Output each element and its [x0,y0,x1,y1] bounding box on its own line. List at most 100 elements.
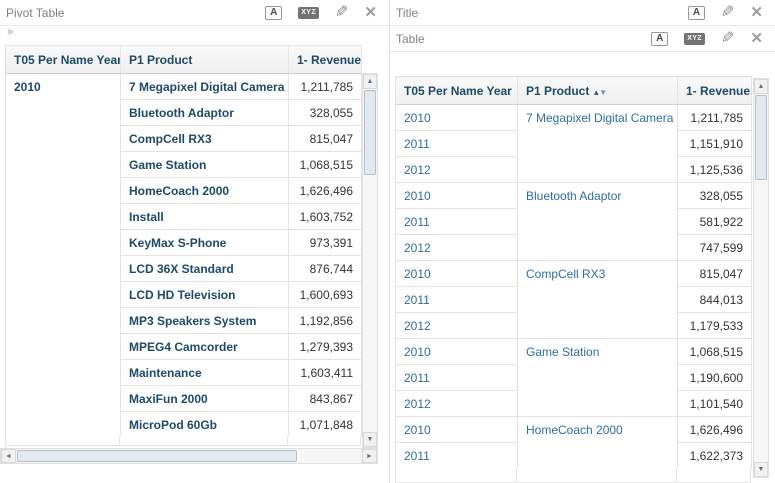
pivot-product-cell[interactable]: Bluetooth Adaptor [120,99,289,126]
pivot-vertical-scrollbar[interactable]: ▲ ▼ [362,73,378,448]
pivot-revenue-cell: 1,279,393 [288,333,362,360]
scroll-track[interactable] [363,176,377,432]
scroll-down-button[interactable]: ▼ [754,462,768,477]
scroll-down-button[interactable]: ▼ [363,432,377,447]
pivot-revenue-cell: 1,603,752 [288,203,362,230]
edit-pencil-icon[interactable]: ✎ [721,30,734,47]
table-year-cell[interactable]: 2012 [395,390,518,417]
results-table: T05 Per Name Year P1 Product ▲▼ 1- Revenu… [395,76,752,469]
table-col-year-header[interactable]: T05 Per Name Year [395,76,518,105]
pivot-product-cell[interactable]: Game Station [120,151,289,178]
table-revenue-cell: 1,068,515 [677,338,752,365]
table-year-cell[interactable]: 2012 [395,156,518,183]
pivot-header-row: T05 Per Name Year P1 Product 1- Revenue [5,45,362,74]
close-icon[interactable]: ✕ [750,5,763,20]
pivot-year-cell[interactable]: 2010 [5,73,121,438]
table-panel-title: Table [396,31,425,46]
table-product-cell[interactable]: HomeCoach 2000 [517,416,678,469]
close-icon[interactable]: ✕ [364,5,377,20]
edit-pencil-icon[interactable]: ✎ [335,4,348,21]
pivot-col-product-header[interactable]: P1 Product [120,45,289,74]
table-revenue-cell: 1,125,536 [677,156,752,183]
pivot-revenue-cell: 1,071,848 [288,411,362,438]
pivot-product-cell[interactable]: MaxiFun 2000 [120,385,289,412]
table-col-product-header[interactable]: P1 Product ▲▼ [517,76,678,105]
table-revenue-cell: 581,922 [677,208,752,235]
table-row: 2010 HomeCoach 2000 1,626,496 [395,416,752,469]
pivot-col-revenue-header[interactable]: 1- Revenue [288,45,362,74]
table-year-cell[interactable]: 2010 [395,416,518,443]
pivot-product-cell[interactable]: 7 Megapixel Digital Camera [120,73,289,100]
table-col-revenue-header[interactable]: 1- Revenue [677,76,752,105]
table-year-cell[interactable]: 2011 [395,286,518,313]
table-product-cell[interactable]: Game Station [517,338,678,417]
table-year-cell[interactable]: 2011 [395,442,518,469]
sort-icons: ▲▼ [592,88,607,97]
pivot-product-cell[interactable]: CompCell RX3 [120,125,289,152]
table-year-cell[interactable]: 2010 [395,338,518,365]
section-expander-icon[interactable]: » [0,26,389,43]
clipped-cell [396,468,517,482]
table-vertical-scrollbar[interactable]: ▲ ▼ [753,78,769,478]
table-revenue-cell: 1,151,910 [677,130,752,157]
pivot-product-cell[interactable]: MicroPod 60Gb [120,411,289,438]
table-year-cell[interactable]: 2011 [395,208,518,235]
pivot-col-year-header[interactable]: T05 Per Name Year [5,45,121,74]
format-icon[interactable]: A [688,5,706,20]
table-row: 2010 7 Megapixel Digital Camera 1,211,785 [395,104,752,183]
table-year-cell[interactable]: 2012 [395,234,518,261]
rename-icon[interactable]: XYZ [684,32,706,45]
scroll-thumb[interactable] [755,95,767,180]
pivot-revenue-cell: 328,055 [288,99,362,126]
table-revenue-cell: 1,626,496 [677,416,752,443]
pivot-revenue-cell: 1,211,785 [288,73,362,100]
pivot-product-cell[interactable]: Install [120,203,289,230]
edit-pencil-icon[interactable]: ✎ [721,4,734,21]
pivot-product-cell[interactable]: HomeCoach 2000 [120,177,289,204]
scroll-track[interactable] [754,181,768,462]
table-year-cell[interactable]: 2010 [395,182,518,209]
pivot-panel-header: Pivot Table A XYZ ✎ ✕ [0,0,389,26]
pivot-product-cell[interactable]: Maintenance [120,359,289,386]
pivot-revenue-cell: 1,068,515 [288,151,362,178]
pivot-product-cell[interactable]: MP3 Speakers System [120,307,289,334]
table-panel-header: Table A XYZ ✎ ✕ [390,26,775,52]
pivot-toolbar: A XYZ ✎ ✕ [265,4,377,21]
pivot-product-cell[interactable]: KeyMax S-Phone [120,229,289,256]
scroll-up-button[interactable]: ▲ [363,74,377,89]
table-year-cell[interactable]: 2010 [395,260,518,287]
format-icon[interactable]: A [265,5,283,20]
pivot-revenue-cell: 876,744 [288,255,362,282]
pivot-product-cell[interactable]: LCD 36X Standard [120,255,289,282]
table-revenue-cell: 1,101,540 [677,390,752,417]
scroll-right-button[interactable]: ► [362,449,377,463]
rename-icon[interactable]: XYZ [298,6,320,19]
pivot-table-row: 2010 7 Megapixel Digital Camera 1,211,785 [5,73,362,438]
format-icon[interactable]: A [651,31,669,46]
table-year-cell[interactable]: 2012 [395,312,518,339]
table-year-cell[interactable]: 2011 [395,364,518,391]
table-col-product-label[interactable]: P1 Product [526,84,589,98]
scroll-up-button[interactable]: ▲ [754,79,768,94]
table-revenue-cell: 815,047 [677,260,752,287]
clipped-row [5,437,361,446]
table-product-cell[interactable]: 7 Megapixel Digital Camera [517,104,678,183]
title-panel-header: Title A ✎ ✕ [390,0,775,26]
scroll-thumb[interactable] [17,450,297,462]
pivot-panel-title: Pivot Table [6,5,65,20]
table-product-cell[interactable]: Bluetooth Adaptor [517,182,678,261]
scroll-track[interactable] [298,449,362,463]
scroll-thumb[interactable] [364,90,376,175]
close-icon[interactable]: ✕ [750,31,763,46]
pivot-table: T05 Per Name Year P1 Product 1- Revenue … [5,45,362,438]
scroll-left-button[interactable]: ◄ [1,449,16,463]
table-year-cell[interactable]: 2011 [395,130,518,157]
pivot-horizontal-scrollbar[interactable]: ◄ ► [0,448,378,464]
pivot-product-cell[interactable]: MPEG4 Camcorder [120,333,289,360]
table-product-cell[interactable]: CompCell RX3 [517,260,678,339]
sort-descending-icon[interactable]: ▼ [599,88,607,97]
table-year-cell[interactable]: 2010 [395,104,518,131]
table-revenue-cell: 1,622,373 [677,442,752,469]
pivot-revenue-cell: 815,047 [288,125,362,152]
pivot-product-cell[interactable]: LCD HD Television [120,281,289,308]
